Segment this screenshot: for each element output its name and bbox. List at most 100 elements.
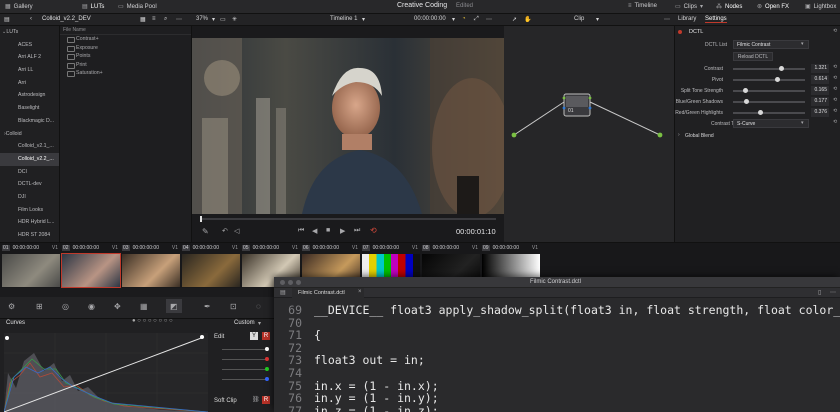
reset-icon[interactable]: ⟲	[833, 86, 837, 92]
lut-folder-item[interactable]: ACES	[0, 39, 59, 52]
tab-library[interactable]: Library	[678, 16, 696, 22]
timeline-name[interactable]: Timeline 1	[330, 16, 357, 22]
highlight-icon[interactable]: ◔	[462, 16, 466, 22]
sidebar-icon[interactable]: ▤	[280, 289, 286, 296]
first-frame-icon[interactable]: ⏮	[298, 227, 304, 235]
lut-folder-item[interactable]: HDR Hybrid L...	[0, 216, 59, 229]
lightbox-button[interactable]: ▣ Lightbox	[805, 3, 836, 11]
enabled-indicator[interactable]	[678, 30, 682, 34]
lut-file-item[interactable]: Print	[60, 61, 191, 70]
list-view-icon[interactable]: ≡	[152, 16, 156, 22]
play-icon[interactable]: ▶	[340, 227, 345, 235]
param-slider[interactable]	[733, 68, 805, 70]
lut-folder-item[interactable]: Colloid_v2.2_...	[0, 152, 59, 166]
blur-icon[interactable]: ▦	[140, 302, 148, 311]
param-value[interactable]: 1.321	[811, 64, 829, 73]
param-value[interactable]: 0.177	[811, 97, 829, 106]
split-icon[interactable]: ▯	[818, 289, 821, 296]
global-blend-row[interactable]: › Global Blend	[675, 131, 840, 141]
param-slider-knob[interactable]	[743, 88, 749, 93]
param-slider-knob[interactable]	[774, 77, 780, 82]
search-icon[interactable]: ⌕	[164, 16, 167, 23]
lut-folder-item[interactable]: Film Looks	[0, 204, 59, 217]
open-fx-button[interactable]: ⊛ Open FX	[757, 3, 789, 11]
code-line[interactable]: in.z = (1 - in.z);	[314, 404, 439, 412]
clip-thumbnail[interactable]	[61, 253, 121, 288]
edit-slider-green[interactable]	[222, 369, 266, 370]
param-slider[interactable]	[733, 79, 805, 81]
stereo-icon[interactable]: ◌	[256, 302, 261, 311]
lut-folder-item[interactable]: HDR ST 2084	[0, 229, 59, 242]
pointer-icon[interactable]: ➚	[512, 16, 517, 23]
reload-dctl-button[interactable]: Reload DCTL	[733, 52, 773, 61]
volume-icon[interactable]: ◁	[234, 227, 239, 235]
lut-file-item[interactable]: Exposure	[60, 44, 191, 53]
clips-button[interactable]: ▭ Clips ▾	[675, 3, 703, 11]
qualifier-icon[interactable]: ◎	[62, 302, 69, 311]
clip-thumbnail[interactable]	[2, 254, 60, 287]
lut-folder-item[interactable]: Blackmagic D...	[0, 115, 59, 128]
lut-folder-item[interactable]: ⌄ LUTs	[0, 26, 59, 39]
lut-folder-item[interactable]: DCI	[0, 166, 59, 179]
tracker-icon[interactable]: ✥	[114, 302, 121, 311]
contrast-type-select[interactable]: S-Curve	[733, 119, 809, 128]
curves-mode[interactable]: Custom	[234, 320, 255, 326]
channel-r-button[interactable]: R	[262, 332, 270, 340]
param-slider[interactable]	[733, 112, 805, 114]
lut-folder-item[interactable]: Arri LL	[0, 64, 59, 77]
pen-icon[interactable]: ✎	[202, 227, 209, 236]
channel-y-button[interactable]: Y	[250, 332, 258, 340]
zoom-level[interactable]: 37%	[196, 16, 208, 22]
close-icon[interactable]	[280, 280, 285, 285]
scrubber-track[interactable]	[200, 218, 496, 220]
link-icon[interactable]: ⛓	[252, 396, 260, 403]
param-slider-knob[interactable]	[743, 99, 749, 104]
lut-file-item[interactable]: Contrast+	[60, 35, 191, 44]
code-line[interactable]: {	[314, 328, 321, 342]
minimize-icon[interactable]	[288, 280, 293, 285]
curve-graph[interactable]	[4, 333, 208, 412]
lut-folder-item[interactable]: › Colloid	[0, 128, 59, 141]
reset-icon[interactable]: ⟲	[833, 28, 837, 34]
loop-icon[interactable]: ⟲	[370, 226, 377, 235]
playhead[interactable]	[200, 216, 202, 222]
warper-icon[interactable]: ⊞	[36, 302, 43, 311]
lut-folder-item[interactable]: Arri	[0, 77, 59, 90]
window-icon[interactable]: ◉	[88, 302, 95, 311]
lut-file-item[interactable]: Points	[60, 52, 191, 61]
edit-slider-red[interactable]	[222, 359, 266, 360]
back-icon[interactable]: ‹	[30, 16, 32, 22]
stop-icon[interactable]: ■	[326, 227, 330, 234]
luts-button[interactable]: ▤ LUTs	[82, 3, 104, 11]
dctl-list-select[interactable]: Filmic Contrast	[733, 40, 809, 49]
lut-folder-item[interactable]: Baselight	[0, 102, 59, 115]
more-icon[interactable]: ⋯	[176, 16, 182, 23]
tab-close-icon[interactable]: ×	[358, 289, 362, 295]
reset-icon[interactable]: ⟲	[833, 75, 837, 81]
more-icon[interactable]: ⋯	[664, 16, 670, 23]
lut-folder-item[interactable]: DCTL-dev	[0, 178, 59, 191]
hand-icon[interactable]: ✋	[524, 16, 531, 23]
param-value[interactable]: 0.614	[811, 75, 829, 84]
grid-view-icon[interactable]: ▦	[140, 16, 146, 23]
reset-icon[interactable]: ⟲	[833, 64, 837, 70]
code-area[interactable]: 69 __DEVICE__ float3 apply_shadow_split(f…	[274, 299, 840, 412]
lut-folder-item[interactable]: DJI	[0, 191, 59, 204]
options-icon[interactable]: ⋯	[486, 16, 492, 23]
reset-icon[interactable]: ⟲	[833, 108, 837, 114]
wheels-icon[interactable]: ⚙	[8, 302, 15, 311]
code-line[interactable]: __DEVICE__ float3 apply_shadow_split(flo…	[314, 303, 840, 317]
viewer-mode-icon[interactable]: ▭	[220, 16, 226, 23]
fullscreen-icon[interactable]: ⤢	[474, 16, 479, 23]
lut-folder-item[interactable]: Astrodesign	[0, 89, 59, 102]
code-line[interactable]: float3 out = in;	[314, 353, 425, 367]
param-slider-knob[interactable]	[758, 110, 764, 115]
reset-icon[interactable]: ⟲	[833, 97, 837, 103]
soft-clip-r-button[interactable]: R	[262, 396, 270, 404]
wipe-icon[interactable]: ✳	[232, 16, 237, 23]
reverse-play-icon[interactable]: ◀	[312, 227, 317, 235]
editor-tab[interactable]: Filmic Contrast.dctl	[292, 288, 364, 298]
tab-settings[interactable]: Settings	[705, 16, 727, 23]
eyedropper-icon[interactable]: ✒	[204, 302, 211, 311]
nodes-button[interactable]: ⁂ Nodes	[716, 3, 742, 11]
